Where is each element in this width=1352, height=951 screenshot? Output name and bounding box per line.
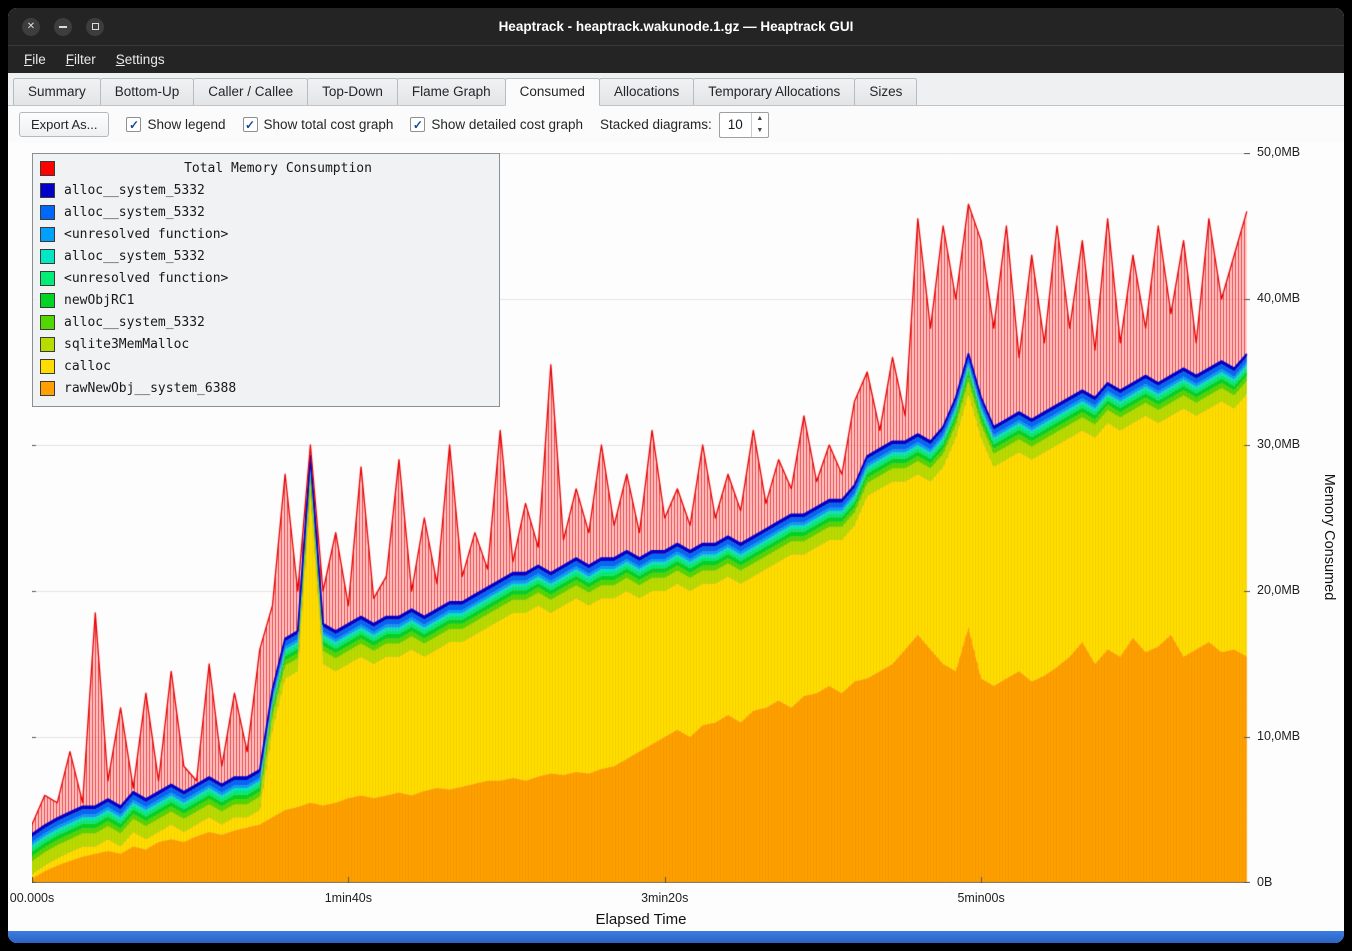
legend-label: calloc: [64, 359, 111, 374]
tab-bottom-up[interactable]: Bottom-Up: [100, 78, 195, 105]
legend-swatch: [40, 315, 55, 330]
tab-consumed[interactable]: Consumed: [505, 78, 600, 106]
legend-swatch: [40, 381, 55, 396]
legend-label: rawNewObj__system_6388: [64, 381, 236, 396]
tab-summary[interactable]: Summary: [13, 78, 101, 105]
legend-swatch: [40, 227, 55, 242]
checkbox-icon[interactable]: ✓: [126, 117, 141, 132]
y-tick-label: 50,0MB: [1257, 145, 1300, 159]
chart-area: Total Memory Consumption alloc__system_53…: [8, 143, 1344, 931]
tab-sizes[interactable]: Sizes: [854, 78, 917, 105]
export-as-button[interactable]: Export As...: [19, 112, 109, 137]
x-tick-label: 3min20s: [641, 891, 688, 905]
y-tick-label: 0B: [1257, 875, 1272, 889]
legend-item: sqlite3MemMalloc: [40, 333, 492, 355]
legend-swatch: [40, 249, 55, 264]
close-button[interactable]: ✕: [22, 18, 40, 36]
tab-temporary-allocations[interactable]: Temporary Allocations: [693, 78, 855, 105]
tab-top-down[interactable]: Top-Down: [307, 78, 398, 105]
legend-label: sqlite3MemMalloc: [64, 337, 189, 352]
y-tick-label: 10,0MB: [1257, 729, 1300, 743]
checkbox-icon[interactable]: ✓: [243, 117, 258, 132]
legend-label: alloc__system_5332: [64, 183, 205, 198]
legend-swatch: [40, 359, 55, 374]
stacked-diagrams-label: Stacked diagrams:: [600, 117, 712, 132]
tab-allocations[interactable]: Allocations: [599, 78, 694, 105]
legend-label: <unresolved function>: [64, 271, 228, 286]
bottom-progress-bar: [8, 931, 1344, 943]
legend-item: alloc__system_5332: [40, 201, 492, 223]
legend-item: calloc: [40, 355, 492, 377]
legend-swatch: [40, 271, 55, 286]
legend-item: <unresolved function>: [40, 223, 492, 245]
window-controls: ✕: [8, 18, 104, 36]
menu-file[interactable]: File: [14, 49, 56, 70]
spin-up-icon[interactable]: ▲: [752, 113, 768, 125]
maximize-icon: [92, 23, 99, 30]
tab-flame-graph[interactable]: Flame Graph: [397, 78, 506, 105]
window-title: Heaptrack - heaptrack.wakunode.1.gz — He…: [8, 19, 1344, 34]
toolbar-checkboxes: ✓ Show legend ✓ Show total cost graph ✓ Show …: [126, 117, 583, 132]
legend-swatch: [40, 205, 55, 220]
checkbox-show-detailed-cost-graph[interactable]: ✓ Show detailed cost graph: [410, 117, 583, 132]
checkbox-icon[interactable]: ✓: [410, 117, 425, 132]
spin-down-icon[interactable]: ▼: [752, 125, 768, 137]
title-bar: ✕ Heaptrack - heaptrack.wakunode.1.gz — …: [8, 8, 1344, 45]
y-axis-title: Memory Consumed: [1321, 474, 1337, 601]
legend-label: Total Memory Consumption: [64, 161, 492, 176]
legend-label: <unresolved function>: [64, 227, 228, 242]
stacked-diagrams-value[interactable]: 10: [720, 113, 751, 137]
x-axis-title: Elapsed Time: [32, 911, 1250, 928]
spinbox-arrows: ▲ ▼: [751, 113, 768, 137]
minimize-button[interactable]: [54, 18, 72, 36]
legend-item: rawNewObj__system_6388: [40, 377, 492, 399]
y-tick-label: 40,0MB: [1257, 291, 1300, 305]
toolbar: Export As... ✓ Show legend ✓ Show total cos…: [8, 106, 1344, 143]
legend-swatch: [40, 293, 55, 308]
menu-settings[interactable]: Settings: [106, 49, 175, 70]
x-tick-label: 00.000s: [10, 891, 54, 905]
x-tick-label: 1min40s: [325, 891, 372, 905]
menu-bar: FileFilterSettings: [8, 45, 1344, 73]
x-tick-label: 5min00s: [957, 891, 1004, 905]
legend-item: alloc__system_5332: [40, 245, 492, 267]
checkbox-label: Show total cost graph: [264, 117, 394, 132]
legend-title-row: Total Memory Consumption: [40, 157, 492, 179]
tab-bar: SummaryBottom-UpCaller / CalleeTop-DownF…: [8, 73, 1344, 106]
checkbox-label: Show legend: [147, 117, 225, 132]
legend-item: alloc__system_5332: [40, 179, 492, 201]
y-tick-label: 20,0MB: [1257, 583, 1300, 597]
legend-swatch: [40, 337, 55, 352]
tab-caller-callee[interactable]: Caller / Callee: [193, 78, 308, 105]
legend-swatch: [40, 161, 55, 176]
checkbox-show-legend[interactable]: ✓ Show legend: [126, 117, 225, 132]
legend-swatch: [40, 183, 55, 198]
legend-label: newObjRC1: [64, 293, 134, 308]
stacked-diagrams-control: Stacked diagrams: 10 ▲ ▼: [600, 112, 769, 138]
legend-item: newObjRC1: [40, 289, 492, 311]
legend-label: alloc__system_5332: [64, 205, 205, 220]
menu-filter[interactable]: Filter: [56, 49, 106, 70]
checkbox-show-total-cost-graph[interactable]: ✓ Show total cost graph: [243, 117, 394, 132]
chart-legend: Total Memory Consumption alloc__system_53…: [32, 153, 500, 407]
maximize-button[interactable]: [86, 18, 104, 36]
stacked-diagrams-spinbox[interactable]: 10 ▲ ▼: [719, 112, 769, 138]
legend-item: <unresolved function>: [40, 267, 492, 289]
legend-item: alloc__system_5332: [40, 311, 492, 333]
checkbox-label: Show detailed cost graph: [431, 117, 583, 132]
y-tick-label: 30,0MB: [1257, 437, 1300, 451]
minimize-icon: [59, 26, 67, 28]
app-window: ✕ Heaptrack - heaptrack.wakunode.1.gz — …: [8, 8, 1344, 943]
legend-label: alloc__system_5332: [64, 249, 205, 264]
legend-label: alloc__system_5332: [64, 315, 205, 330]
